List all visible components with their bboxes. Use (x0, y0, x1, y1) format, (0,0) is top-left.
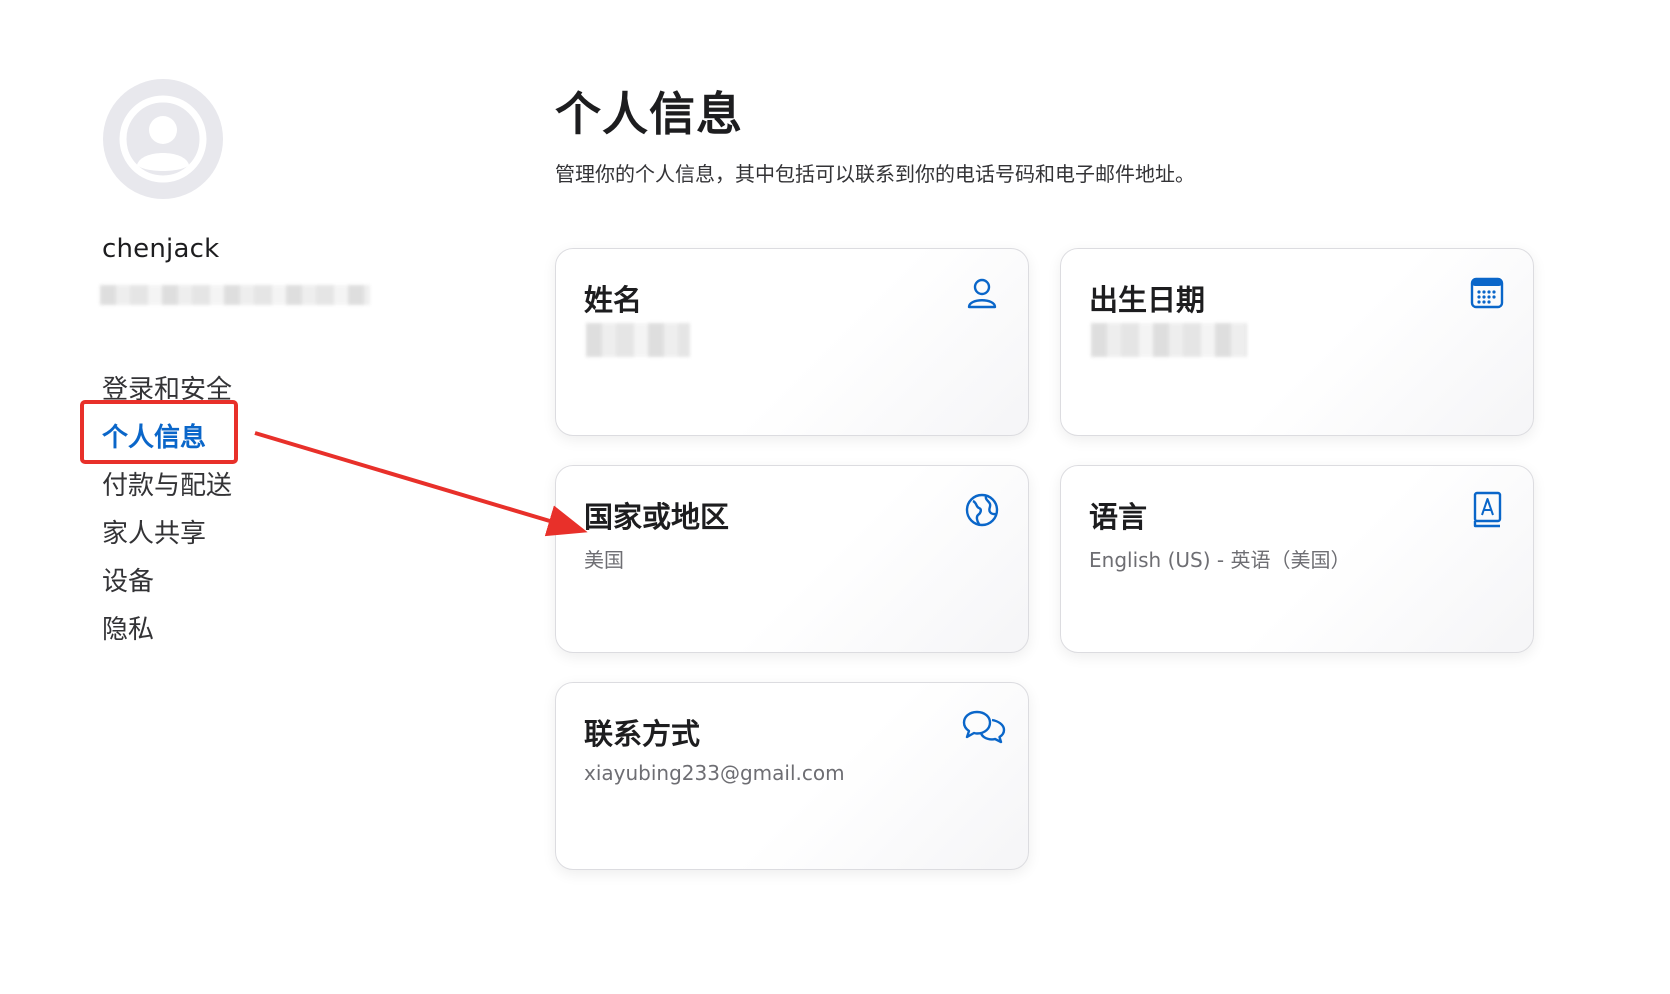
book-icon (1467, 490, 1507, 530)
account-username: chenjack (102, 234, 220, 264)
redacted-birthday (1091, 323, 1247, 357)
birthday-card[interactable]: 出生日期 (1060, 248, 1534, 436)
chat-bubbles-icon (960, 707, 1008, 747)
language-card-title: 语言 (1089, 500, 1148, 534)
region-card[interactable]: 国家或地区 美国 (555, 465, 1029, 653)
page: chenjack 登录和安全 个人信息 付款与配送 家人共享 设备 隐私 个人信… (0, 0, 1670, 994)
page-subtitle: 管理你的个人信息，其中包括可以联系到你的电话号码和电子邮件地址。 (555, 162, 1195, 186)
sidebar-item-devices[interactable]: 设备 (102, 558, 232, 606)
redacted-name (586, 323, 690, 357)
user-avatar-icon (119, 95, 207, 183)
calendar-icon (1467, 273, 1507, 313)
region-card-value: 美国 (584, 548, 624, 572)
birthday-card-title: 出生日期 (1089, 283, 1206, 317)
language-card-value: English (US) - 英语（美国） (1089, 548, 1351, 572)
sidebar-item-payment-shipping[interactable]: 付款与配送 (102, 462, 232, 510)
person-icon (962, 273, 1002, 313)
annotation-highlight-box (80, 400, 238, 464)
redacted-email (100, 285, 370, 305)
region-card-title: 国家或地区 (584, 500, 730, 534)
name-card[interactable]: 姓名 (555, 248, 1029, 436)
language-card[interactable]: 语言 English (US) - 英语（美国） (1060, 465, 1534, 653)
contact-card-value: xiayubing233@gmail.com (584, 761, 845, 785)
avatar[interactable] (103, 79, 223, 199)
globe-icon (962, 490, 1002, 530)
page-title: 个人信息 (555, 87, 743, 141)
name-card-title: 姓名 (584, 283, 643, 317)
sidebar-item-family-sharing[interactable]: 家人共享 (102, 510, 232, 558)
sidebar-item-privacy[interactable]: 隐私 (102, 606, 232, 654)
contact-card-title: 联系方式 (584, 717, 701, 751)
contact-card[interactable]: 联系方式 xiayubing233@gmail.com (555, 682, 1029, 870)
